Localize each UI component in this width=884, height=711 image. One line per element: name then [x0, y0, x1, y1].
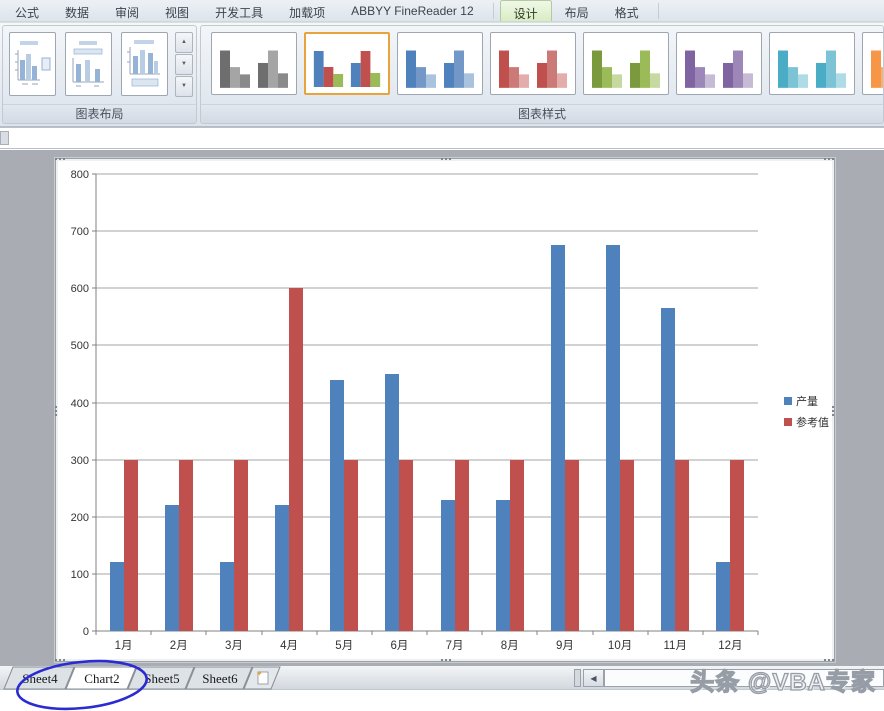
ink-annotation-circle	[16, 659, 148, 711]
svg-text:500: 500	[71, 340, 89, 352]
ribbon-tab-abbyy-finereader[interactable]: ABBYY FineReader 12	[338, 0, 487, 21]
svg-text:0: 0	[83, 626, 89, 638]
chart-layouts-gallery	[9, 32, 168, 96]
svg-text:10月: 10月	[608, 640, 632, 652]
style-blue[interactable]	[397, 32, 483, 95]
svg-text:5月: 5月	[335, 640, 353, 652]
chart-layout-1[interactable]	[9, 32, 56, 96]
watermark: 头条 @VBA专家	[690, 668, 876, 696]
group-label-chart-layouts: 图表布局	[3, 104, 196, 123]
tab-split-handle[interactable]	[574, 669, 581, 687]
ribbon-tab-developer[interactable]: 开发工具	[202, 0, 276, 21]
svg-text:400: 400	[71, 398, 89, 410]
selection-handle[interactable]	[440, 658, 453, 663]
style-teal[interactable]	[769, 32, 855, 95]
style-purple[interactable]	[676, 32, 762, 95]
sheet-tab-label: Sheet6	[202, 671, 238, 686]
group-chart-styles: 图表样式	[200, 25, 884, 124]
group-chart-layouts: ▲ ▼ ▼ 图表布局	[2, 25, 197, 124]
tab-separator	[492, 3, 494, 19]
group-label-chart-styles: 图表样式	[201, 104, 883, 123]
style-multicolor[interactable]	[304, 32, 390, 95]
ribbon-tab-add-ins[interactable]: 加载项	[276, 0, 338, 21]
ribbon: ▲ ▼ ▼ 图表布局 图表样式	[0, 22, 884, 127]
style-green[interactable]	[583, 32, 669, 95]
chart-layout-2[interactable]	[65, 32, 112, 96]
chart-sheet-canvas: 0 100 200 300 400 500 600 700 800 1月 2月 3月 4月 5月 6月 7月 8…	[0, 150, 884, 666]
svg-text:700: 700	[71, 226, 89, 238]
selection-handle[interactable]	[54, 157, 67, 162]
chart-layout-3[interactable]	[121, 32, 168, 96]
gallery-scroll-down-icon[interactable]: ▼	[175, 54, 193, 75]
style-red[interactable]	[490, 32, 576, 95]
ribbon-tab-layout[interactable]: 布局	[552, 0, 602, 21]
chart-object[interactable]: 0 100 200 300 400 500 600 700 800 1月 2月 3月 4月 5月 6月 7月 8…	[54, 157, 836, 663]
svg-text:产量: 产量	[796, 394, 818, 408]
style-grayscale[interactable]	[211, 32, 297, 95]
svg-text:1月: 1月	[115, 640, 133, 652]
svg-text:600: 600	[71, 283, 89, 295]
ribbon-tab-format[interactable]: 格式	[602, 0, 652, 21]
svg-text:7月: 7月	[446, 640, 464, 652]
hscroll-left-icon[interactable]: ◀	[583, 669, 604, 687]
ribbon-tab-formulas[interactable]: 公式	[2, 0, 52, 21]
svg-text:8月: 8月	[501, 640, 519, 652]
ribbon-tab-design[interactable]: 设计	[499, 0, 552, 21]
selection-handle[interactable]	[823, 157, 836, 162]
svg-text:9月: 9月	[556, 640, 574, 652]
selection-handle[interactable]	[831, 405, 836, 418]
svg-text:3月: 3月	[225, 640, 243, 652]
svg-text:300: 300	[71, 455, 89, 467]
selection-handle[interactable]	[54, 405, 59, 418]
svg-text:2月: 2月	[170, 640, 188, 652]
svg-text:参考值: 参考值	[796, 415, 829, 429]
formula-bar[interactable]	[0, 127, 884, 149]
svg-text:11月: 11月	[664, 640, 687, 652]
style-orange[interactable]	[862, 32, 883, 95]
svg-text:200: 200	[71, 512, 89, 524]
ribbon-tab-view[interactable]: 视图	[152, 0, 202, 21]
formula-bar-stub	[0, 131, 9, 145]
chart-styles-gallery	[211, 32, 883, 97]
gallery-scroll-up-icon[interactable]: ▲	[175, 32, 193, 53]
tab-separator	[657, 3, 659, 19]
chart-svg: 0 100 200 300 400 500 600 700 800 1月 2月 3月 4月 5月 6月 7月 8…	[71, 169, 829, 652]
svg-text:6月: 6月	[390, 640, 408, 652]
gallery-more-icon[interactable]: ▼	[175, 76, 193, 97]
svg-text:800: 800	[71, 169, 89, 181]
insert-worksheet-star-icon: ✦	[256, 669, 263, 678]
svg-text:12月: 12月	[718, 640, 742, 652]
ribbon-tab-review[interactable]: 审阅	[102, 0, 152, 21]
ribbon-tab-data[interactable]: 数据	[52, 0, 102, 21]
layout-gallery-arrows: ▲ ▼ ▼	[175, 32, 193, 97]
excel-window: 公式 数据 审阅 视图 开发工具 加载项 ABBYY FineReader 12 设计 布局 格式	[0, 0, 884, 711]
svg-text:4月: 4月	[280, 640, 298, 652]
ribbon-tabbar: 公式 数据 审阅 视图 开发工具 加载项 ABBYY FineReader 12 设计 布局 格式	[0, 0, 884, 22]
svg-text:100: 100	[71, 569, 89, 581]
selection-handle[interactable]	[440, 157, 453, 162]
